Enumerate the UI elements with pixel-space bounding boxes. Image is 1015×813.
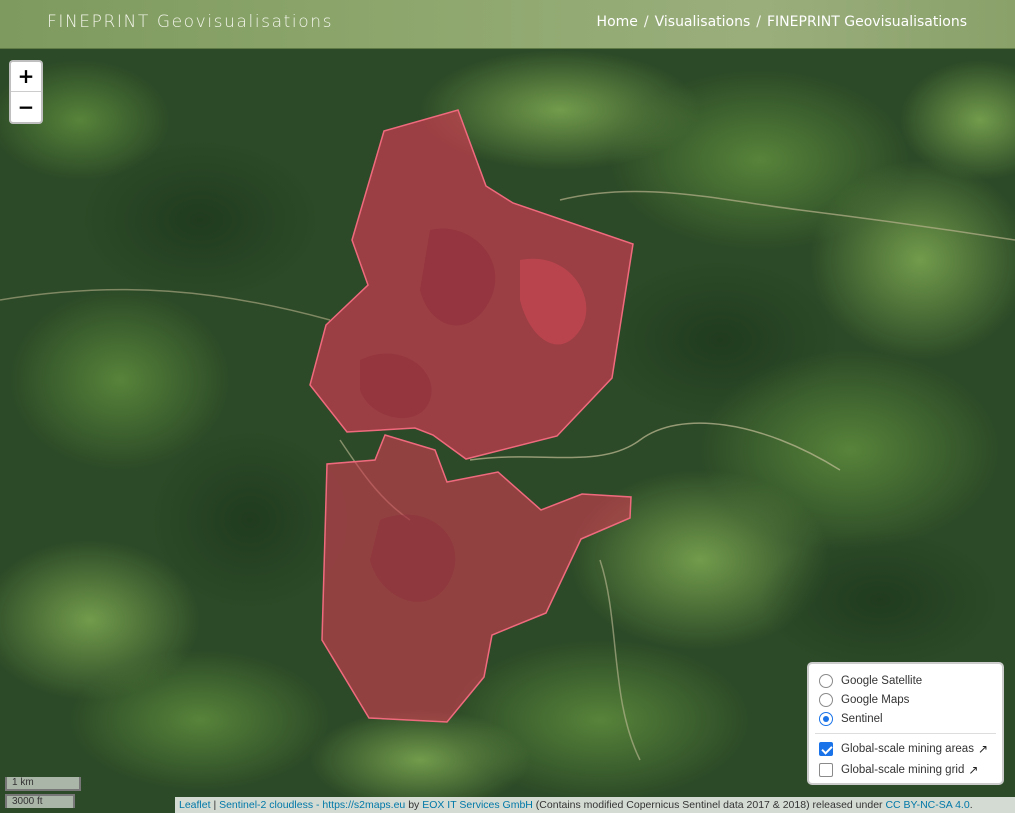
overlay-mining-areas[interactable]: Global-scale mining areas ↗ bbox=[819, 740, 988, 758]
overlay-label: Global-scale mining areas bbox=[841, 743, 974, 755]
scale-bar-imperial: 3000 ft bbox=[5, 794, 75, 808]
breadcrumb-separator: / bbox=[756, 14, 761, 30]
radio-google-maps[interactable] bbox=[819, 693, 833, 707]
site-title[interactable]: FINEPRINT Geovisualisations bbox=[47, 12, 333, 32]
zoom-in-button[interactable]: + bbox=[11, 62, 41, 92]
overlay-label: Global-scale mining grid bbox=[841, 764, 965, 776]
breadcrumb-current: FINEPRINT Geovisualisations bbox=[767, 14, 967, 30]
breadcrumb-home[interactable]: Home bbox=[597, 14, 638, 30]
leaflet-link[interactable]: Leaflet bbox=[179, 799, 211, 811]
overlay-mining-grid[interactable]: Global-scale mining grid ↗ bbox=[819, 761, 978, 779]
zoom-out-button[interactable]: − bbox=[11, 92, 41, 122]
top-navbar: FINEPRINT Geovisualisations Home / Visuali… bbox=[0, 0, 1015, 49]
breadcrumb: Home / Visualisations / FINEPRINT Geovisuali… bbox=[597, 14, 967, 30]
breadcrumb-visualisations[interactable]: Visualisations bbox=[655, 14, 751, 30]
layers-divider bbox=[815, 733, 996, 734]
scale-bar-metric: 1 km bbox=[5, 777, 81, 791]
checkbox-mining-grid[interactable] bbox=[819, 763, 833, 777]
sentinel-source-link[interactable]: Sentinel-2 cloudless - https://s2maps.eu bbox=[219, 799, 405, 811]
radio-sentinel[interactable] bbox=[819, 712, 833, 726]
license-link[interactable]: CC BY-NC-SA 4.0 bbox=[885, 799, 969, 811]
external-link-icon[interactable]: ↗ bbox=[978, 742, 988, 756]
breadcrumb-separator: / bbox=[643, 14, 649, 30]
attribution-by: by bbox=[405, 799, 423, 811]
attribution-note: (Contains modified Copernicus Sentinel d… bbox=[532, 799, 886, 811]
attribution-end: . bbox=[969, 799, 973, 811]
base-layer-google-satellite[interactable]: Google Satellite bbox=[819, 672, 922, 690]
base-layer-sentinel[interactable]: Sentinel bbox=[819, 710, 883, 728]
base-layer-google-maps[interactable]: Google Maps bbox=[819, 691, 909, 709]
base-layer-label: Sentinel bbox=[841, 713, 883, 725]
checkbox-mining-areas[interactable] bbox=[819, 742, 833, 756]
eox-link[interactable]: EOX IT Services GmbH bbox=[422, 799, 533, 811]
attribution-separator: | bbox=[210, 799, 220, 811]
attribution-bar: Leaflet | Sentinel-2 cloudless - https:/… bbox=[175, 797, 1015, 813]
base-layer-label: Google Satellite bbox=[841, 675, 923, 687]
external-link-icon[interactable]: ↗ bbox=[968, 763, 978, 777]
radio-google-satellite[interactable] bbox=[819, 674, 833, 688]
zoom-control: + − bbox=[9, 60, 43, 124]
base-layer-label: Google Maps bbox=[841, 694, 910, 706]
layers-control: Google Satellite Google Maps Sentinel Gl… bbox=[807, 662, 1004, 785]
